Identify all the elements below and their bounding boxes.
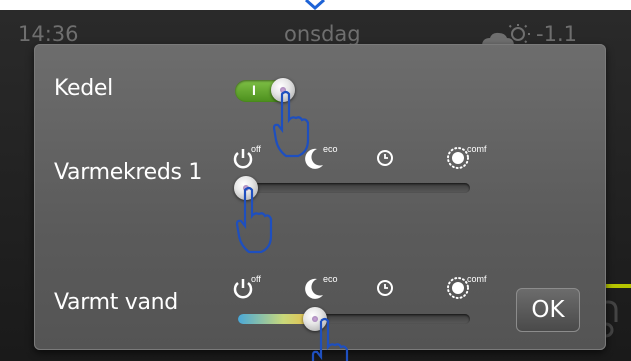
status-temperature: -1.1 [536,22,577,46]
power-off-icon[interactable]: off [230,143,280,173]
ok-button[interactable]: OK [516,288,580,332]
background-strip [606,284,631,288]
pointer-indicator-icon [305,0,325,10]
status-day: onsdag [284,22,361,46]
boiler-label: Kedel [54,76,113,101]
mode-off-label: off [251,274,261,284]
heating-circuit-slider-knob[interactable] [234,176,258,200]
mode-eco-label: eco [323,274,338,284]
toggle-on-text: I [252,82,256,98]
clock-icon[interactable] [373,273,423,303]
hot-water-slider-knob[interactable] [302,307,327,331]
screenshot: 14:36 onsdag -1.1 Kedel I Varmekreds 1 o… [0,0,631,361]
heating-circuit-label: Varmekreds 1 [54,160,203,185]
mode-eco-label: eco [323,144,338,154]
sun-icon[interactable]: comf [443,273,493,303]
sun-icon[interactable]: comf [443,143,493,173]
status-time: 14:36 [18,22,79,46]
clock-icon[interactable] [373,143,423,173]
mode-off-label: off [251,144,261,154]
heating-circuit-slider-track[interactable] [238,183,470,193]
moon-icon[interactable]: eco [303,143,353,173]
hot-water-label: Varmt vand [54,290,178,315]
boiler-toggle-knob[interactable] [271,78,295,102]
moon-icon[interactable]: eco [303,273,353,303]
hot-water-slider-track[interactable] [238,314,470,324]
mode-comf-label: comf [467,274,487,284]
power-off-icon[interactable]: off [230,273,280,303]
mode-comf-label: comf [467,144,487,154]
